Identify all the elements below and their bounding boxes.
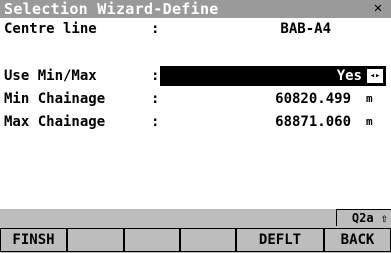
softkey-f2[interactable] xyxy=(67,228,124,252)
softkey-f4[interactable] xyxy=(180,228,236,252)
left-right-arrows-icon[interactable]: ◂▸ xyxy=(367,69,383,83)
min-chainage-colon: : xyxy=(151,91,160,107)
max-chainage-colon: : xyxy=(151,114,160,130)
window-title: Selection Wizard-Define xyxy=(4,0,219,18)
use-minmax-colon: : xyxy=(151,68,160,84)
use-minmax-value: Yes xyxy=(336,68,362,84)
min-chainage-label: Min Chainage xyxy=(4,91,106,107)
use-minmax-select[interactable]: Yes ◂▸ xyxy=(160,66,386,86)
max-chainage-label: Max Chainage xyxy=(4,114,106,130)
max-chainage-value[interactable]: 68871.060 xyxy=(275,112,351,132)
min-chainage-unit: m xyxy=(366,92,373,105)
centre-line-row: Centre line : BAB-A4 xyxy=(0,19,391,39)
max-chainage-unit: m xyxy=(366,115,373,128)
softkey-bar: FINSH DEFLT BACK xyxy=(0,227,391,253)
use-minmax-label: Use Min/Max xyxy=(4,68,97,84)
default-softkey[interactable]: DEFLT xyxy=(236,228,324,252)
centre-line-colon: : xyxy=(151,21,160,37)
use-minmax-row: Use Min/Max : Yes ◂▸ xyxy=(0,66,391,86)
title-bar: Selection Wizard-Define ✕ xyxy=(0,0,391,18)
close-icon[interactable]: ✕ xyxy=(371,1,385,15)
centre-line-value[interactable]: BAB-A4 xyxy=(280,19,331,39)
centre-line-label: Centre line xyxy=(4,21,97,37)
max-chainage-row: Max Chainage : 68871.060 m xyxy=(0,112,391,132)
status-bar xyxy=(0,209,391,227)
softkey-f3[interactable] xyxy=(124,228,180,252)
back-softkey[interactable]: BACK xyxy=(324,228,391,252)
finish-softkey[interactable]: FINSH xyxy=(0,228,67,252)
min-chainage-value[interactable]: 60820.499 xyxy=(275,89,351,109)
input-mode-indicator: Q2a ⇧ xyxy=(336,209,391,226)
min-chainage-row: Min Chainage : 60820.499 m xyxy=(0,89,391,109)
